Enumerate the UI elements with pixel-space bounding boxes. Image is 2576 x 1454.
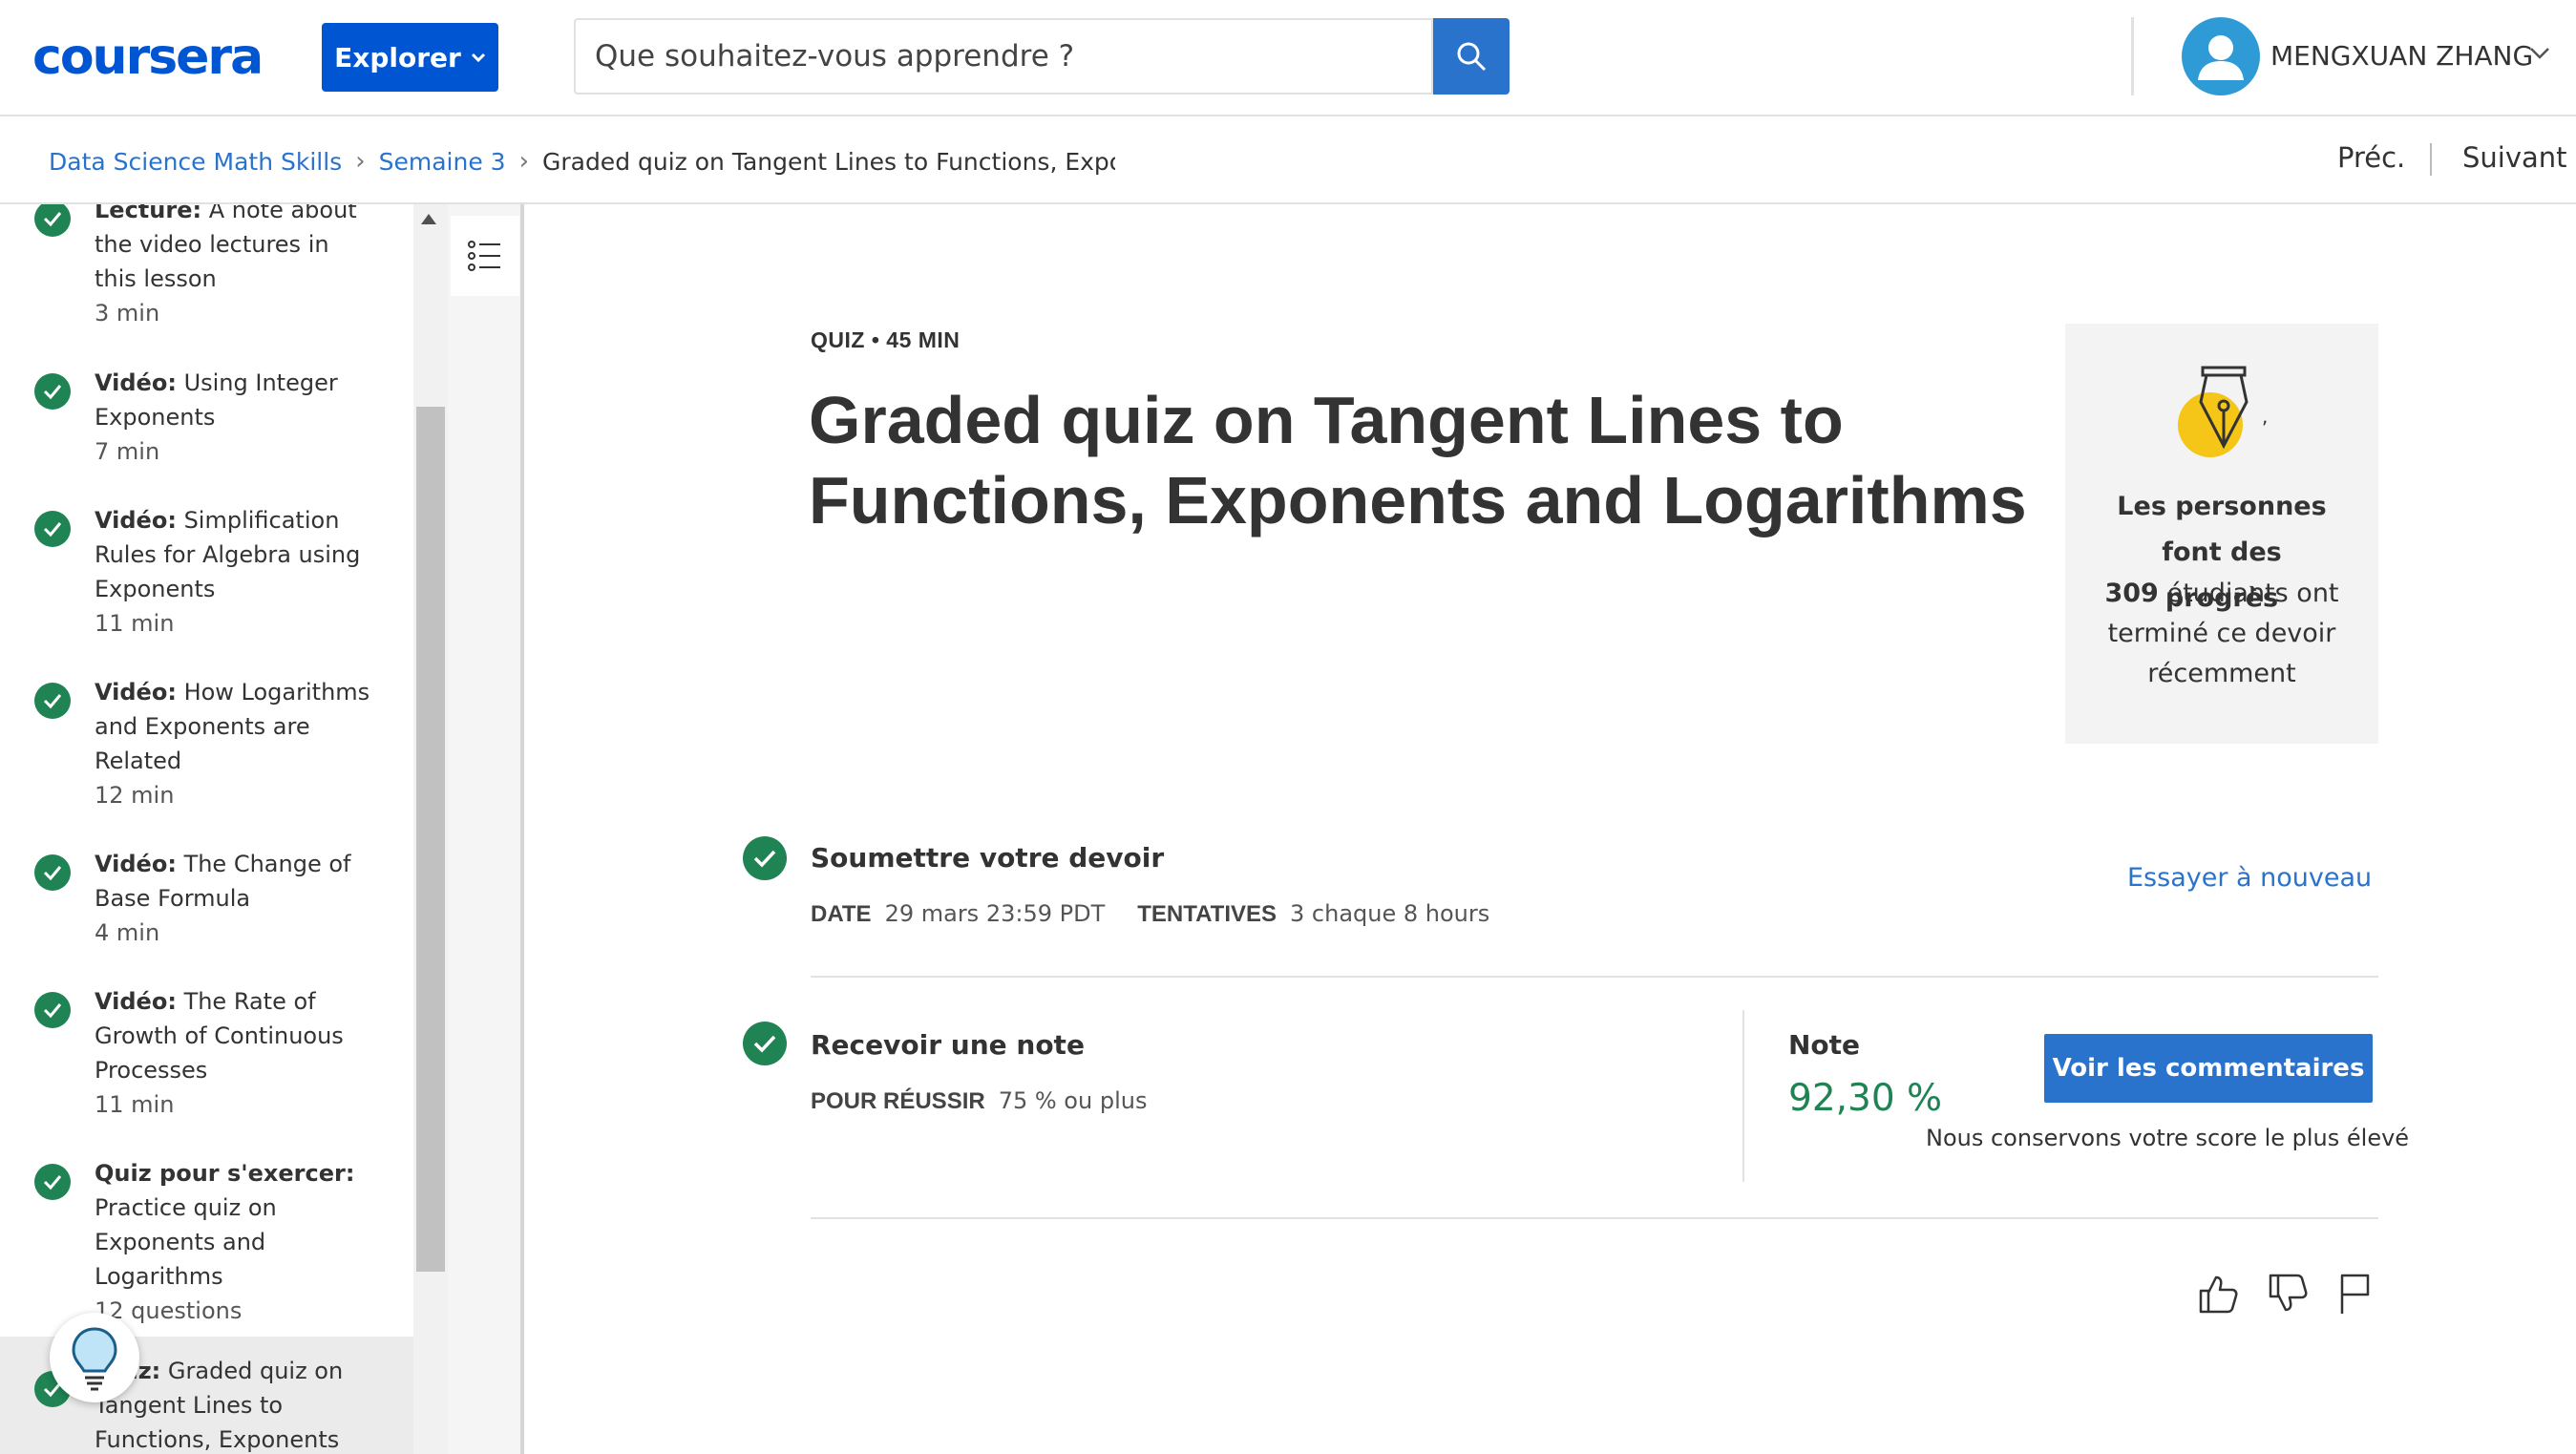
item-type: Lecture:: [95, 204, 202, 223]
outline-toggle-button[interactable]: [451, 216, 519, 296]
fountain-pen-icon: ,: [2178, 366, 2268, 457]
pass-value: 75 % ou plus: [998, 1087, 1148, 1114]
scroll-up-arrow-icon[interactable]: [421, 214, 436, 224]
list-icon: [468, 241, 500, 271]
chevron-down-icon[interactable]: [2528, 46, 2551, 61]
divider: [1742, 1010, 1744, 1182]
grade-step-title: Recevoir une note: [811, 1029, 1085, 1061]
previous-link[interactable]: Préc.: [2337, 141, 2405, 174]
user-icon: [2198, 35, 2244, 80]
sidebar-item-video[interactable]: Vidéo: The Change of Base Formula 4 min: [0, 824, 413, 958]
item-duration: 12 min: [95, 782, 175, 809]
sidebar-item-video[interactable]: Vidéo: Using Integer Exponents 7 min: [0, 343, 413, 476]
checkmark-icon: [34, 683, 71, 719]
divider: [811, 976, 2378, 978]
course-sidebar: Lecture: A note about the video lectures…: [0, 204, 413, 1454]
breadcrumb: Data Science Math Skills › Semaine 3 › G…: [49, 118, 1115, 204]
view-feedback-button[interactable]: Voir les commentaires: [2044, 1034, 2373, 1103]
attempts-label: TENTATIVES: [1137, 901, 1277, 927]
item-duration: 7 min: [95, 438, 160, 465]
breadcrumb-week-link[interactable]: Semaine 3: [379, 148, 506, 176]
item-type: Vidéo:: [95, 369, 177, 396]
next-link[interactable]: Suivant: [2462, 141, 2567, 174]
checkmark-icon: [743, 836, 787, 880]
checkmark-icon: [34, 1164, 71, 1200]
pass-label: POUR RÉUSSIR: [811, 1088, 985, 1114]
quiz-meta: QUIZ • 45 MIN: [811, 327, 961, 352]
item-type: Quiz pour s'exercer:: [95, 1160, 355, 1187]
item-type: Vidéo:: [95, 988, 177, 1015]
top-navigation-bar: coursera Explorer MENGXUAN ZHANG: [0, 0, 2576, 116]
topbar-divider: [2131, 17, 2134, 95]
checkmark-icon: [34, 511, 71, 547]
sidebar-item-video[interactable]: Vidéo: The Rate of Growth of Continuous …: [0, 961, 413, 1129]
tool-rail: [448, 204, 524, 1454]
search-field[interactable]: [574, 18, 1433, 95]
scrollbar-thumb[interactable]: [416, 407, 445, 1272]
thumbs-up-icon[interactable]: [2196, 1270, 2240, 1317]
attempts-value: 3 chaque 8 hours: [1290, 900, 1490, 927]
thumbs-down-icon[interactable]: [2266, 1270, 2310, 1317]
flag-icon[interactable]: [2333, 1270, 2376, 1317]
item-duration: 3 min: [95, 300, 160, 327]
retry-link[interactable]: Essayer à nouveau: [2127, 863, 2372, 893]
breadcrumb-current: Graded quiz on Tangent Lines to Function…: [541, 147, 1115, 176]
highest-score-note: Nous conservons votre score le plus élev…: [1926, 1125, 2410, 1151]
checkmark-icon: [743, 1022, 787, 1065]
search-input[interactable]: [595, 39, 1431, 74]
sidebar-item-video[interactable]: Vidéo: How Logarithms and Exponents are …: [0, 652, 413, 820]
item-duration: 11 min: [95, 610, 175, 637]
checkmark-icon: [34, 992, 71, 1028]
item-title: Practice quiz on Exponents and Logarithm…: [95, 1194, 277, 1290]
search-icon: [1457, 42, 1487, 72]
breadcrumb-bar: Data Science Math Skills › Semaine 3 › G…: [0, 118, 2576, 204]
chevron-right-icon: ›: [518, 147, 529, 176]
submit-step-title: Soumettre votre devoir: [811, 842, 1165, 874]
chevron-right-icon: ›: [355, 147, 366, 176]
checkmark-icon: [34, 204, 71, 237]
user-name[interactable]: MENGXUAN ZHANG: [2270, 36, 2533, 76]
coursera-logo[interactable]: coursera: [32, 21, 264, 94]
breadcrumb-course-link[interactable]: Data Science Math Skills: [49, 148, 342, 176]
progress-card-body: 309 étudiants ont terminé ce devoir réce…: [2065, 574, 2378, 694]
explore-button-label: Explorer: [334, 41, 461, 74]
learner-count: 309: [2104, 579, 2159, 608]
progress-card: , Les personnes font des progrès 309 étu…: [2065, 324, 2378, 744]
date-label: DATE: [811, 901, 872, 927]
item-duration: 12 questions: [95, 1297, 243, 1324]
checkmark-icon: [34, 373, 71, 410]
hint-button[interactable]: [50, 1313, 139, 1402]
sidebar-item-lecture-note[interactable]: Lecture: A note about the video lectures…: [0, 204, 413, 338]
item-type: Vidéo:: [95, 679, 177, 706]
svg-text:,: ,: [2262, 405, 2268, 428]
nav-divider: [2430, 143, 2432, 176]
chevron-down-icon: [471, 53, 485, 63]
divider: [811, 1217, 2378, 1219]
grade-value: 92,30 %: [1788, 1077, 1943, 1120]
sidebar-item-practice-quiz[interactable]: Quiz pour s'exercer: Practice quiz on Ex…: [0, 1133, 413, 1336]
page-title: Graded quiz on Tangent Lines to Function…: [809, 383, 2027, 537]
date-value: 29 mars 23:59 PDT: [884, 900, 1106, 927]
item-type: Vidéo:: [95, 507, 177, 534]
grade-step-meta: POUR RÉUSSIR 75 % ou plus: [811, 1087, 1147, 1115]
item-type: Vidéo:: [95, 851, 177, 877]
explore-button[interactable]: Explorer: [322, 23, 498, 92]
item-duration: 11 min: [95, 1091, 175, 1118]
sidebar-item-video[interactable]: Vidéo: Simplification Rules for Algebra …: [0, 480, 413, 648]
checkmark-icon: [34, 854, 71, 891]
submit-step-meta: DATE 29 mars 23:59 PDT TENTATIVES 3 chaque …: [811, 900, 1489, 928]
search-button[interactable]: [1433, 18, 1510, 95]
avatar[interactable]: [2182, 17, 2260, 95]
item-duration: 4 min: [95, 919, 160, 946]
grade-label: Note: [1788, 1029, 1861, 1061]
lightbulb-icon: [72, 1327, 117, 1391]
